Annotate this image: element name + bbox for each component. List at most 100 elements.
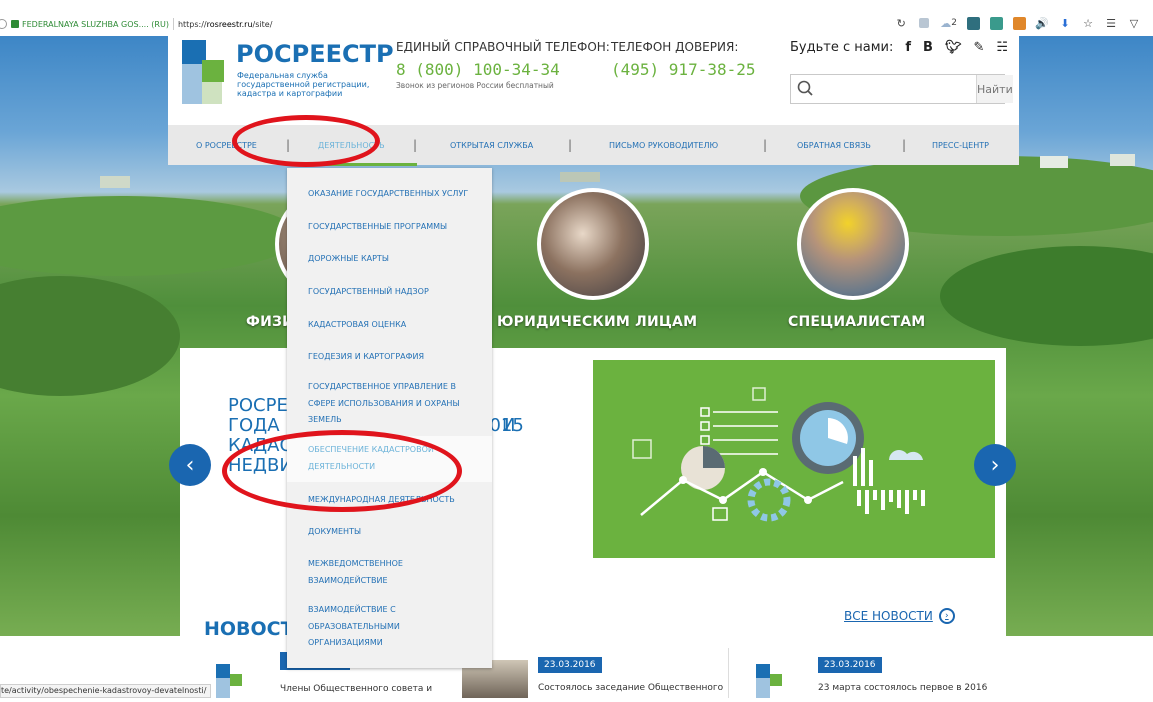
audience-legal-circle[interactable]: [537, 188, 649, 300]
browser-url-bar[interactable]: FEDERALNAYA SLUZHBA GOS.... (RU) https:/…: [0, 12, 1153, 36]
slide-infographic[interactable]: [593, 360, 995, 558]
search-icon-svg: [797, 80, 813, 96]
dropdown-item[interactable]: ГЕОДЕЗИЯ И КАРТОГРАФИЯ: [308, 349, 488, 366]
nav-item-open-service[interactable]: ОТКРЫТАЯ СЛУЖБА: [450, 141, 533, 150]
logo-thumbnail-art: [756, 664, 782, 698]
livejournal-icon[interactable]: ✎: [973, 40, 984, 55]
nav-item-about[interactable]: О РОСРЕЕСТРЕ: [196, 141, 257, 150]
vk-icon[interactable]: B: [923, 40, 933, 55]
nav-item-feedback[interactable]: ОБРАТНАЯ СВЯЗЬ: [797, 141, 871, 150]
main-nav: О РОСРЕЕСТРЕ | ДЕЯТЕЛЬНОСТЬ | ОТКРЫТАЯ С…: [168, 125, 1019, 166]
dropdown-item[interactable]: ГОСУДАРСТВЕННЫЙ НАДЗОР: [308, 284, 488, 301]
search-button[interactable]: Найти: [976, 75, 1013, 103]
url-path: /site/: [252, 19, 273, 29]
facebook-icon[interactable]: f: [905, 40, 911, 55]
phone-hotline-block: ЕДИНЫЙ СПРАВОЧНЫЙ ТЕЛЕФОН: 8 (800) 100-3…: [396, 40, 610, 90]
all-news-label: ВСЕ НОВОСТИ: [844, 609, 933, 623]
news-card[interactable]: 23.03.2016 Состоялось заседание Обществе…: [538, 652, 723, 693]
dropdown-item[interactable]: ГОСУДАРСТВЕННОЕ УПРАВЛЕНИЕ В СФЕРЕ ИСПОЛ…: [308, 379, 483, 429]
news-divider: [728, 648, 729, 698]
activity-dropdown-menu: ОКАЗАНИЕ ГОСУДАРСТВЕННЫХ УСЛУГ ГОСУДАРСТ…: [287, 168, 492, 668]
news-date: 23.03.2016: [818, 657, 882, 673]
speaker-icon[interactable]: 🔊: [1035, 16, 1049, 30]
slide-title-fragment: ГОДА Г: [228, 415, 297, 436]
news-text: Состоялось заседание Общественного: [538, 683, 724, 693]
nav-item-letter[interactable]: ПИСЬМО РУКОВОДИТЕЛЮ: [609, 141, 718, 150]
cloud-count: 2: [951, 18, 957, 28]
search-input[interactable]: [821, 75, 976, 103]
dropdown-item[interactable]: ДОКУМЕНТЫ: [308, 524, 488, 541]
extension-icon[interactable]: [1012, 16, 1026, 30]
nav-separator: |: [902, 138, 907, 152]
brand-subtitle: Федеральная служба государственной регис…: [237, 71, 370, 98]
slider-next-button[interactable]: ›: [974, 444, 1016, 486]
search-icon: [791, 75, 821, 103]
news-thumbnail[interactable]: [202, 660, 268, 698]
chevron-right-icon: ›: [990, 452, 1000, 478]
news-heading: НОВОСТ: [204, 618, 294, 640]
nav-separator: |: [286, 138, 291, 152]
dropdown-item[interactable]: ОКАЗАНИЕ ГОСУДАРСТВЕННЫХ УСЛУГ: [308, 186, 488, 203]
dropdown-item[interactable]: МЕЖВЕДОМСТВЕННОЕ ВЗАИМОДЕЙСТВИЕ: [308, 556, 438, 589]
url-prefix: https://: [177, 19, 207, 29]
audience-specialists-circle[interactable]: [797, 188, 909, 300]
all-news-link[interactable]: ВСЕ НОВОСТИ ›: [844, 608, 955, 624]
rosreestr-logo-icon[interactable]: [178, 40, 226, 112]
phone-trust-block: ТЕЛЕФОН ДОВЕРИЯ: (495) 917-38-25: [611, 40, 756, 79]
dropdown-item[interactable]: ГОСУДАРСТВЕННЫЕ ПРОГРАММЫ: [308, 219, 488, 236]
phone-hotline-number[interactable]: 8 (800) 100-34-34: [396, 60, 610, 79]
news-text: 23 марта состоялось первое в 2016: [818, 683, 988, 693]
logo-thumbnail-art: [216, 664, 242, 698]
url-text[interactable]: https://rosreestr.ru/site/: [178, 20, 272, 29]
nav-active-underline: [288, 163, 417, 166]
slider-prev-button[interactable]: ‹: [169, 444, 211, 486]
reading-list-icon[interactable]: ☰: [1104, 16, 1118, 30]
dropdown-item[interactable]: ВЗАИМОДЕЙСТВИЕ С ОБРАЗОВАТЕЛЬНЫМИ ОРГАНИ…: [308, 602, 438, 652]
nav-separator: |: [413, 138, 418, 152]
chevron-left-icon: ‹: [185, 452, 195, 478]
cloud-icon[interactable]: ☁ 2: [940, 16, 957, 30]
news-card[interactable]: 23.03.2016 23 марта состоялось первое в …: [818, 652, 987, 693]
reload-icon[interactable]: ↻: [894, 16, 908, 30]
dropdown-item[interactable]: КАДАСТРОВАЯ ОЦЕНКА: [308, 317, 488, 334]
url-separator: [172, 18, 174, 30]
social-links: Будьте с нами: f B 🐦︎ ✎ ☵: [790, 40, 1008, 55]
rss-icon[interactable]: ☵: [996, 40, 1008, 55]
twitter-icon[interactable]: 🐦︎: [945, 40, 962, 55]
pocket-icon[interactable]: ▽: [1127, 16, 1141, 30]
phone-hotline-note: Звонок из регионов России бесплатный: [396, 81, 554, 90]
info-icon[interactable]: [0, 19, 7, 29]
dropdown-item-hovered[interactable]: ОБЕСПЕЧЕНИЕ КАДАСТРОВОЙ ДЕЯТЕЛЬНОСТИ: [308, 442, 468, 475]
search-box: Найти: [790, 74, 1013, 104]
browser-toolbar: ↻ ☁ 2 🔊 ⬇ ☆ ☰ ▽: [894, 16, 1141, 30]
slide-title-fragment: И: [502, 415, 516, 436]
audience-specialists-label[interactable]: СПЕЦИАЛИСТАМ: [788, 314, 925, 330]
nav-item-activity[interactable]: ДЕЯТЕЛЬНОСТЬ: [318, 141, 385, 150]
brand-name[interactable]: РОСРЕЕСТР: [236, 40, 394, 68]
download-icon[interactable]: ⬇: [1058, 16, 1072, 30]
url-host: rosreestr.ru: [206, 19, 253, 29]
extension-icon[interactable]: [966, 16, 980, 30]
site-identity[interactable]: FEDERALNAYA SLUZHBA GOS.... (RU): [22, 20, 169, 29]
site-header: РОСРЕЕСТР Федеральная служба государстве…: [168, 36, 1019, 125]
phone-hotline-label: ЕДИНЫЙ СПРАВОЧНЫЙ ТЕЛЕФОН:: [396, 40, 610, 54]
phone-trust-label: ТЕЛЕФОН ДОВЕРИЯ:: [611, 40, 739, 54]
nav-item-press[interactable]: ПРЕСС-ЦЕНТР: [932, 141, 989, 150]
extension-icon[interactable]: [989, 16, 1003, 30]
audience-legal-label[interactable]: ЮРИДИЧЕСКИМ ЛИЦАМ: [497, 314, 697, 330]
audience-specialists-photo: [801, 192, 905, 296]
news-text: Члены Общественного совета и: [280, 684, 433, 694]
translate-icon[interactable]: [917, 16, 931, 30]
browser-status-bar: te/activity/obespechenie-kadastrovoy-dev…: [0, 684, 212, 698]
infographic-art: [632, 387, 925, 522]
slide-title-fragment: РОСРЕ: [228, 395, 288, 416]
news-thumbnail[interactable]: [742, 660, 808, 698]
audience-legal-photo: [541, 192, 645, 296]
lock-icon[interactable]: [11, 20, 19, 28]
phone-trust-number[interactable]: (495) 917-38-25: [611, 60, 756, 79]
dropdown-item[interactable]: МЕЖДУНАРОДНАЯ ДЕЯТЕЛЬНОСТЬ: [308, 492, 488, 509]
nav-separator: |: [763, 138, 768, 152]
dropdown-item[interactable]: ДОРОЖНЫЕ КАРТЫ: [308, 251, 488, 268]
bookmark-star-icon[interactable]: ☆: [1081, 16, 1095, 30]
arrow-right-circle-icon: ›: [938, 608, 955, 624]
